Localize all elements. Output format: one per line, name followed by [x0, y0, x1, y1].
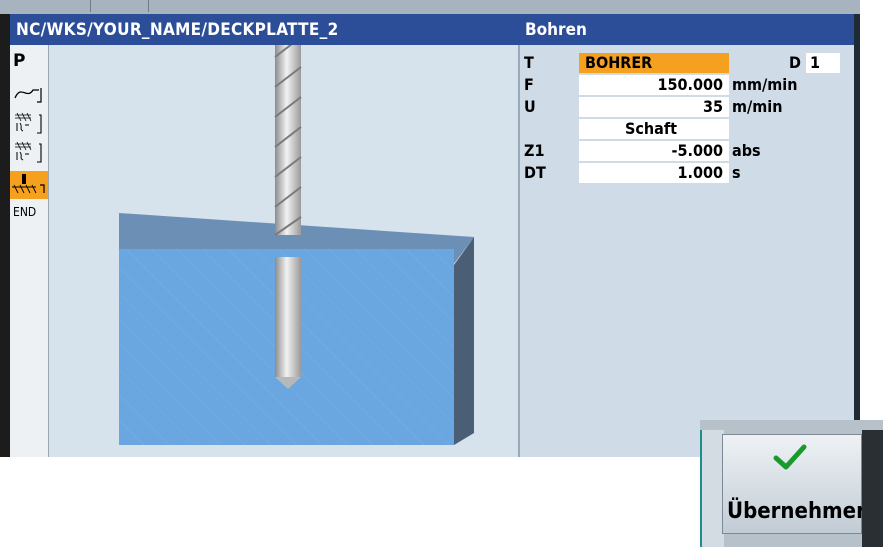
cycle-title: Bohren: [525, 20, 587, 40]
program-path: NC/WKS/YOUR_NAME/DECKPLATTE_2: [16, 20, 339, 40]
param-row-depth: Z1 -5.000 abs: [524, 141, 844, 161]
feed-unit[interactable]: mm/min: [732, 75, 797, 94]
d-field[interactable]: 1: [806, 53, 840, 73]
right-frame: [854, 14, 860, 457]
drill-shank-in-hole: [275, 257, 301, 377]
feed-label: F: [524, 75, 534, 94]
speed-field[interactable]: 35: [579, 97, 729, 117]
param-row-dwell: DT 1.000 s: [524, 163, 844, 183]
softkey-frame: [700, 430, 724, 547]
contour-icon: [14, 88, 42, 103]
accept-softkey-label: Übernehmen: [727, 499, 871, 524]
top-softkey-strip: [0, 0, 860, 14]
workpiece-side-face: [454, 237, 474, 445]
parameter-panel: T BOHRER D 1 F 150.000 mm/min U 35 m/min…: [520, 45, 854, 457]
depth-mode-selector[interactable]: Schaft: [579, 119, 729, 139]
accept-softkey[interactable]: Übernehmen: [722, 434, 870, 534]
strip-divider: [148, 0, 149, 12]
drill-cycle-icon: [12, 174, 45, 194]
pocket-icon: [15, 141, 42, 163]
tool-field[interactable]: BOHRER: [579, 53, 729, 73]
cycle-window: NC/WKS/YOUR_NAME/DECKPLATTE_2 Bohren P E…: [10, 14, 854, 457]
pocket-icon: [15, 112, 42, 134]
tool-label: T: [524, 53, 534, 72]
step-contour[interactable]: [13, 80, 45, 108]
step-drilling-selected[interactable]: [10, 171, 48, 199]
workpiece-drill-illustration: [119, 36, 474, 445]
dwell-unit[interactable]: s: [732, 163, 741, 182]
drill-body: [275, 45, 301, 235]
d-label: D: [789, 53, 801, 72]
depth-unit[interactable]: abs: [732, 141, 761, 160]
softkey-bezel: [862, 430, 883, 547]
param-row-mode: Schaft: [524, 119, 844, 139]
vertical-softkey-bar: Übernehmen: [700, 420, 883, 547]
param-row-tool: T BOHRER D 1: [524, 53, 844, 73]
speed-unit[interactable]: m/min: [732, 97, 782, 116]
speed-label: U: [524, 97, 536, 116]
dwell-label: DT: [524, 163, 546, 182]
strip-divider: [90, 0, 91, 12]
depth-field[interactable]: -5.000: [579, 141, 729, 161]
step-pocket-2[interactable]: [13, 138, 45, 166]
left-frame: [0, 14, 10, 457]
checkmark-icon: [773, 444, 807, 470]
title-bar: NC/WKS/YOUR_NAME/DECKPLATTE_2 Bohren: [10, 14, 854, 45]
feed-field[interactable]: 150.000: [579, 75, 729, 95]
depth-label: Z1: [524, 141, 545, 160]
param-row-speed: U 35 m/min: [524, 97, 844, 117]
drilling-help-graphic: [49, 36, 518, 457]
program-header-label[interactable]: P: [13, 51, 25, 71]
dwell-field[interactable]: 1.000: [579, 163, 729, 183]
end-marker[interactable]: END: [13, 205, 36, 219]
program-step-list: P END: [10, 45, 49, 457]
param-row-feed: F 150.000 mm/min: [524, 75, 844, 95]
step-pocket-1[interactable]: [13, 109, 45, 137]
